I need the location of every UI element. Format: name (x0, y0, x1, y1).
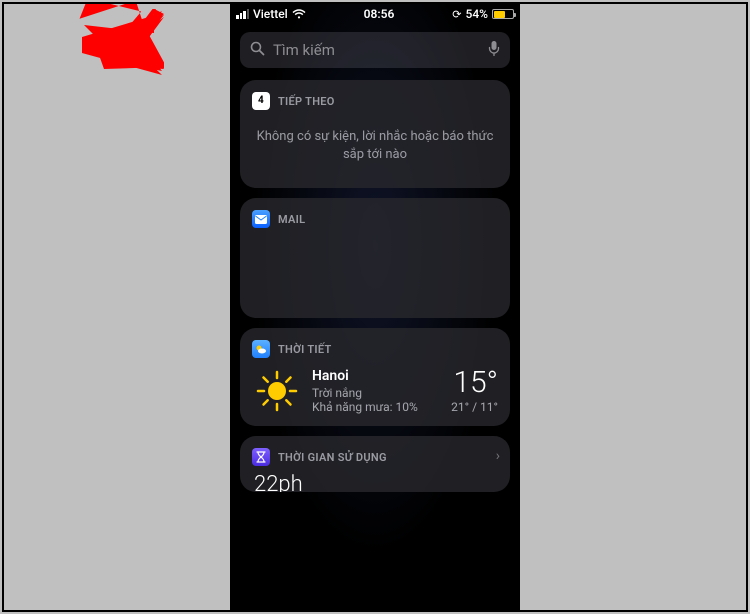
status-time: 08:56 (364, 7, 395, 21)
screentime-title: THỜI GIAN SỬ DỤNG (278, 451, 387, 464)
weather-range: 21° / 11° (451, 400, 498, 414)
hourglass-icon (252, 448, 270, 466)
annotation-arrow-overlay (34, 9, 164, 79)
search-bar[interactable]: Tìm kiếm (240, 32, 510, 68)
mic-icon[interactable] (488, 40, 500, 60)
weather-rain-chance: Khả năng mưa: 10% (312, 400, 441, 414)
sun-icon (252, 369, 302, 413)
screentime-value: 22ph (252, 472, 498, 492)
search-placeholder: Tìm kiếm (273, 41, 480, 59)
weather-location: Hanoi (312, 368, 441, 384)
signal-icon (236, 9, 249, 19)
status-bar: Viettel 08:56 ⟳ 54% (230, 4, 520, 24)
weather-title: THỜI TIẾT (278, 343, 332, 356)
upnext-widget[interactable]: 4 TIẾP THEO Không có sự kiện, lời nhắc h… (240, 80, 510, 188)
calendar-icon: 4 (252, 92, 270, 110)
weather-widget[interactable]: THỜI TIẾT (240, 328, 510, 426)
carrier-name: Viettel (253, 7, 288, 21)
weather-app-icon (252, 340, 270, 358)
search-icon (250, 41, 265, 60)
chevron-right-icon: › (496, 448, 500, 464)
weather-temp: 15° (451, 368, 498, 398)
wifi-icon (292, 9, 306, 19)
orientation-lock-icon: ⟳ (452, 8, 461, 21)
battery-icon (492, 9, 514, 19)
phone-screen: Viettel 08:56 ⟳ 54% Tìm kiếm (230, 4, 520, 610)
screentime-widget[interactable]: › THỜI GIAN SỬ DỤNG 22ph (240, 436, 510, 492)
weather-condition: Trời nắng (312, 386, 441, 400)
annotation-arrow (34, 9, 164, 79)
mail-icon (252, 210, 270, 228)
mail-title: MAIL (278, 213, 305, 226)
mail-widget[interactable]: MAIL (240, 198, 510, 318)
upnext-title: TIẾP THEO (278, 95, 335, 108)
battery-percent: 54% (466, 7, 488, 21)
red-arrow-icon (22, 4, 167, 79)
upnext-empty-text: Không có sự kiện, lời nhắc hoặc báo thức… (252, 110, 498, 176)
